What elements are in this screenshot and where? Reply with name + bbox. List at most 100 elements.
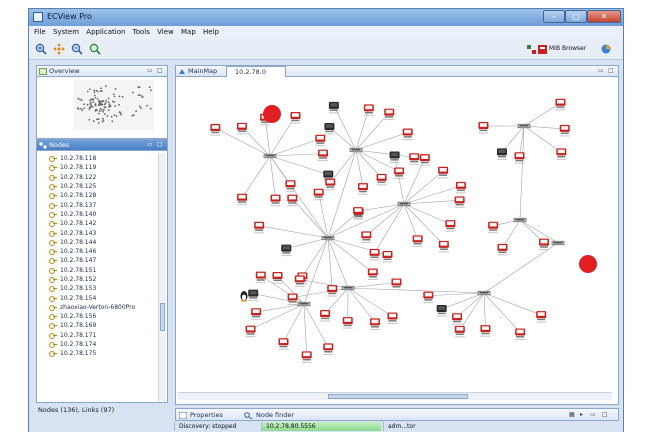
node-list-item[interactable]: 10.2.78.142 (49, 219, 157, 228)
node-list-item[interactable]: 10.2.78.169 (49, 321, 157, 330)
filter-icon[interactable]: ▸ (580, 411, 583, 418)
pc-node[interactable] (454, 196, 465, 208)
node-list-item[interactable]: 10.2.78.119 (49, 163, 157, 172)
zoom-out-icon[interactable] (71, 43, 83, 55)
pc-node[interactable] (272, 271, 283, 284)
topology-icon[interactable] (527, 45, 536, 54)
menu-system[interactable]: System (53, 26, 79, 38)
minimize-panel-icon[interactable]: ▭ (598, 67, 604, 74)
server-node[interactable] (436, 305, 447, 317)
nodes-scrollbar[interactable] (158, 153, 166, 401)
node-list-item[interactable]: 10.2.78.175 (49, 349, 157, 358)
topology-graph[interactable] (178, 78, 612, 390)
menu-tools[interactable]: Tools (133, 26, 150, 38)
tab-10-2-78-0[interactable]: 10.2.78.0 (226, 66, 286, 77)
node-list-item[interactable]: 10.2.78.122 (49, 173, 157, 182)
pc-node[interactable] (480, 325, 491, 337)
switch-node[interactable] (517, 123, 531, 129)
pc-node[interactable] (367, 268, 378, 281)
pc-node[interactable] (255, 271, 266, 284)
switch-node[interactable] (397, 201, 411, 207)
properties-toolbar-icon[interactable]: ▦ (569, 411, 575, 418)
pc-node[interactable] (313, 188, 324, 201)
overview-tab[interactable]: Overview ▭ □ (37, 66, 167, 77)
alarm-node-icon[interactable] (263, 105, 281, 123)
minimize-panel-icon[interactable]: ▭ (147, 141, 153, 148)
pc-node[interactable] (419, 154, 430, 166)
maximize-panel-icon[interactable]: □ (157, 67, 163, 74)
switch-node[interactable] (321, 235, 335, 241)
menu-file[interactable]: File (34, 26, 46, 38)
nodes-tab[interactable]: Nodes ▭ □ (37, 140, 167, 151)
switch-node[interactable] (513, 217, 527, 223)
scrollbar-thumb[interactable] (160, 303, 165, 331)
pc-node[interactable] (376, 173, 387, 186)
pc-node[interactable] (237, 193, 248, 206)
node-list-item[interactable]: 10.2.78.144 (49, 238, 157, 247)
node-list-item[interactable]: 10.2.78.154 (49, 293, 157, 302)
node-list-item[interactable]: 10.2.78.153 (49, 284, 157, 293)
pc-node[interactable] (245, 325, 256, 338)
pc-node[interactable] (445, 220, 456, 232)
overview-minimap[interactable] (39, 78, 165, 138)
perspective-icon[interactable] (601, 44, 611, 54)
server-node[interactable] (248, 289, 259, 302)
switch-node[interactable] (341, 285, 355, 291)
scrollbar-thumb[interactable] (328, 394, 468, 399)
pc-node[interactable] (382, 250, 393, 263)
node-list-item[interactable]: 10.2.78.143 (49, 228, 157, 237)
node-list-item[interactable]: 10.2.78.125 (49, 182, 157, 191)
pc-node[interactable] (423, 291, 434, 304)
zoom-fit-icon[interactable] (89, 43, 101, 55)
pc-node[interactable] (236, 122, 247, 135)
mib-browser-icon[interactable] (538, 45, 547, 54)
maximize-panel-icon[interactable]: □ (608, 67, 614, 74)
pc-node[interactable] (536, 311, 547, 323)
pc-node[interactable] (369, 318, 380, 330)
server-node[interactable] (324, 123, 335, 135)
node-list-item[interactable]: 10.2.78.140 (49, 210, 157, 219)
pc-node[interactable] (391, 278, 402, 290)
node-list-item[interactable]: 10.2.78.152 (49, 275, 157, 284)
menu-help[interactable]: Help (203, 26, 219, 38)
pc-node[interactable] (559, 124, 570, 137)
pc-node[interactable] (488, 221, 499, 234)
pc-node[interactable] (270, 194, 281, 207)
switch-node[interactable] (477, 290, 491, 296)
topology-map[interactable] (178, 78, 612, 390)
linux-node-icon[interactable] (240, 291, 248, 302)
pc-node[interactable] (412, 235, 423, 247)
menu-map[interactable]: Map (181, 26, 196, 38)
minimize-panel-icon[interactable]: ▭ (147, 67, 153, 74)
node-list-item[interactable]: 10.2.78.156 (49, 312, 157, 321)
node-list-item[interactable]: 10.2.78.147 (49, 256, 157, 265)
switch-node[interactable] (263, 153, 277, 159)
pc-node[interactable] (454, 325, 465, 338)
pc-node[interactable] (497, 243, 508, 256)
server-node[interactable] (281, 244, 292, 257)
switch-node[interactable] (297, 301, 311, 307)
maximize-button[interactable]: □ (565, 10, 587, 23)
pc-node[interactable] (357, 183, 368, 195)
map-horizontal-scrollbar[interactable] (178, 392, 612, 400)
pc-node[interactable] (210, 124, 221, 136)
minimize-panel-icon[interactable]: ▭ (590, 411, 596, 418)
server-node[interactable] (389, 151, 400, 164)
pc-node[interactable] (555, 98, 566, 111)
switch-node[interactable] (551, 240, 565, 246)
pc-node[interactable] (325, 178, 336, 191)
pc-node[interactable] (287, 293, 298, 306)
node-list-item[interactable]: 10.2.78.137 (49, 200, 157, 209)
pc-node[interactable] (315, 134, 326, 147)
pc-node[interactable] (455, 181, 466, 194)
node-list-item[interactable]: 10.2.78.146 (49, 247, 157, 256)
node-list-item[interactable]: 10.2.78.171 (49, 331, 157, 340)
maximize-panel-icon[interactable]: □ (157, 141, 163, 148)
pc-node[interactable] (539, 238, 550, 251)
menu-application[interactable]: Application (86, 26, 125, 38)
tab-mainmap[interactable]: MainMap (188, 67, 217, 75)
pc-node[interactable] (438, 240, 449, 253)
pc-node[interactable] (452, 313, 463, 325)
pc-node[interactable] (323, 343, 334, 355)
alarm-node-icon[interactable] (579, 255, 597, 273)
